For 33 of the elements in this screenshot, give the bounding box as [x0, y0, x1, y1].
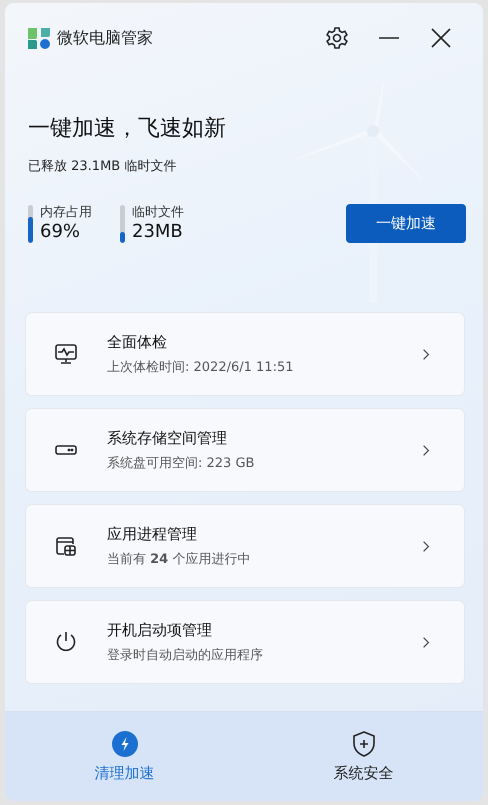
power-icon — [54, 630, 78, 654]
card-subtitle: 上次体检时间: 2022/6/1 11:51 — [107, 358, 294, 376]
hero-subtitle: 已释放 23.1MB 临时文件 — [28, 158, 178, 175]
card-subtitle: 系统盘可用空间: 223 GB — [107, 454, 256, 472]
feature-card[interactable]: 开机启动项管理 登录时自动启动的应用程序 — [25, 600, 465, 684]
card-title: 开机启动项管理 — [107, 620, 213, 640]
monitor-pulse-icon — [54, 342, 78, 366]
meter-value: 23MB — [132, 221, 184, 242]
boost-button[interactable]: 一键加速 — [346, 204, 466, 242]
card-title: 全面体检 — [107, 332, 168, 352]
logo-icon — [27, 26, 51, 50]
chevron-right-icon — [422, 636, 430, 648]
nav-tab[interactable]: 系统安全 — [244, 712, 483, 801]
hero-title: 一键加速，飞速如新 — [28, 115, 227, 143]
lightning-icon — [110, 730, 138, 758]
feature-card[interactable]: 系统存储空间管理 系统盘可用空间: 223 GB — [25, 408, 465, 492]
chevron-right-icon — [422, 540, 430, 552]
card-subtitle: 当前有 24 个应用进行中 — [107, 550, 252, 568]
chevron-right-icon — [422, 348, 430, 360]
chevron-right-icon — [422, 444, 430, 456]
feature-card[interactable]: 全面体检 上次体检时间: 2022/6/1 11:51 — [25, 312, 465, 396]
app-window-icon — [54, 534, 78, 558]
card-title: 系统存储空间管理 — [107, 428, 228, 448]
card-subtitle: 登录时自动启动的应用程序 — [107, 646, 264, 664]
meter-label: 临时文件 — [132, 204, 184, 221]
settings-icon[interactable] — [325, 26, 349, 50]
feature-card[interactable]: 应用进程管理 当前有 24 个应用进行中 — [25, 504, 465, 588]
close-icon[interactable] — [429, 26, 453, 50]
meter-label: 内存占用 — [40, 204, 92, 221]
nav-tab[interactable]: 清理加速 — [5, 712, 244, 801]
window-title: 微软电脑管家 — [57, 28, 153, 48]
meter-value: 69% — [40, 221, 82, 242]
card-title: 应用进程管理 — [107, 524, 198, 544]
